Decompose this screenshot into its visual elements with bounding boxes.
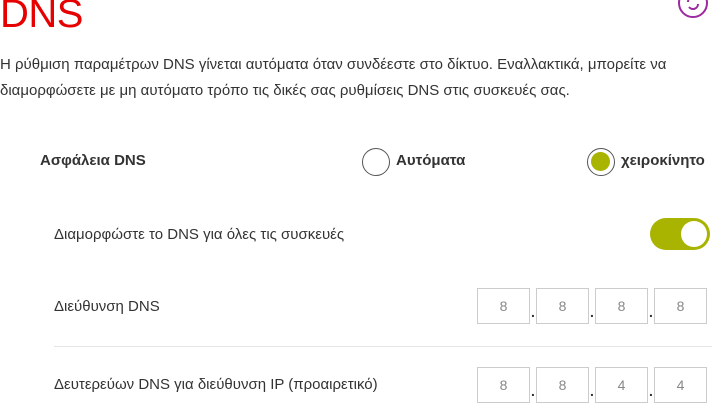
refresh-icon: [684, 0, 702, 12]
ip-separator: .: [649, 304, 653, 320]
page-title: DNS: [0, 0, 83, 36]
configure-all-toggle[interactable]: [650, 218, 710, 250]
page-description: Η ρύθμιση παραμέτρων DNS γίνεται αυτόματ…: [0, 56, 667, 99]
refresh-button[interactable]: [678, 0, 708, 18]
secondary-dns-octet-3[interactable]: [595, 367, 648, 403]
dns-settings-page: DNS Η ρύθμιση παραμέτρων DNS γίνεται αυτ…: [0, 0, 718, 412]
secondary-dns-label: Δευτερεύων DNS για διεύθυνση IP (προαιρε…: [54, 376, 378, 393]
secondary-dns-octet-1[interactable]: [477, 367, 530, 403]
radio-manual[interactable]: [587, 148, 615, 176]
radio-manual-label[interactable]: χειροκίνητο: [621, 152, 705, 169]
toggle-knob: [681, 221, 707, 247]
radio-automatic-label[interactable]: Αυτόματα: [396, 152, 465, 169]
secondary-dns-octet-4[interactable]: [654, 367, 707, 403]
secondary-dns-octet-2[interactable]: [536, 367, 589, 403]
ip-separator: .: [590, 304, 594, 320]
configure-all-label: Διαμορφώστε το DNS για όλες τις συσκευές: [54, 226, 345, 243]
dns-address-octet-1[interactable]: [477, 288, 530, 324]
radio-automatic[interactable]: [362, 148, 390, 176]
ip-separator: .: [590, 383, 594, 399]
divider: [54, 346, 712, 347]
dns-address-label: Διεύθυνση DNS: [54, 298, 160, 315]
dns-address-octet-4[interactable]: [654, 288, 707, 324]
dns-address-octet-2[interactable]: [536, 288, 589, 324]
ip-separator: .: [649, 383, 653, 399]
ip-separator: .: [531, 383, 535, 399]
dns-security-label: Ασφάλεια DNS: [40, 152, 146, 169]
ip-separator: .: [531, 304, 535, 320]
dns-address-octet-3[interactable]: [595, 288, 648, 324]
